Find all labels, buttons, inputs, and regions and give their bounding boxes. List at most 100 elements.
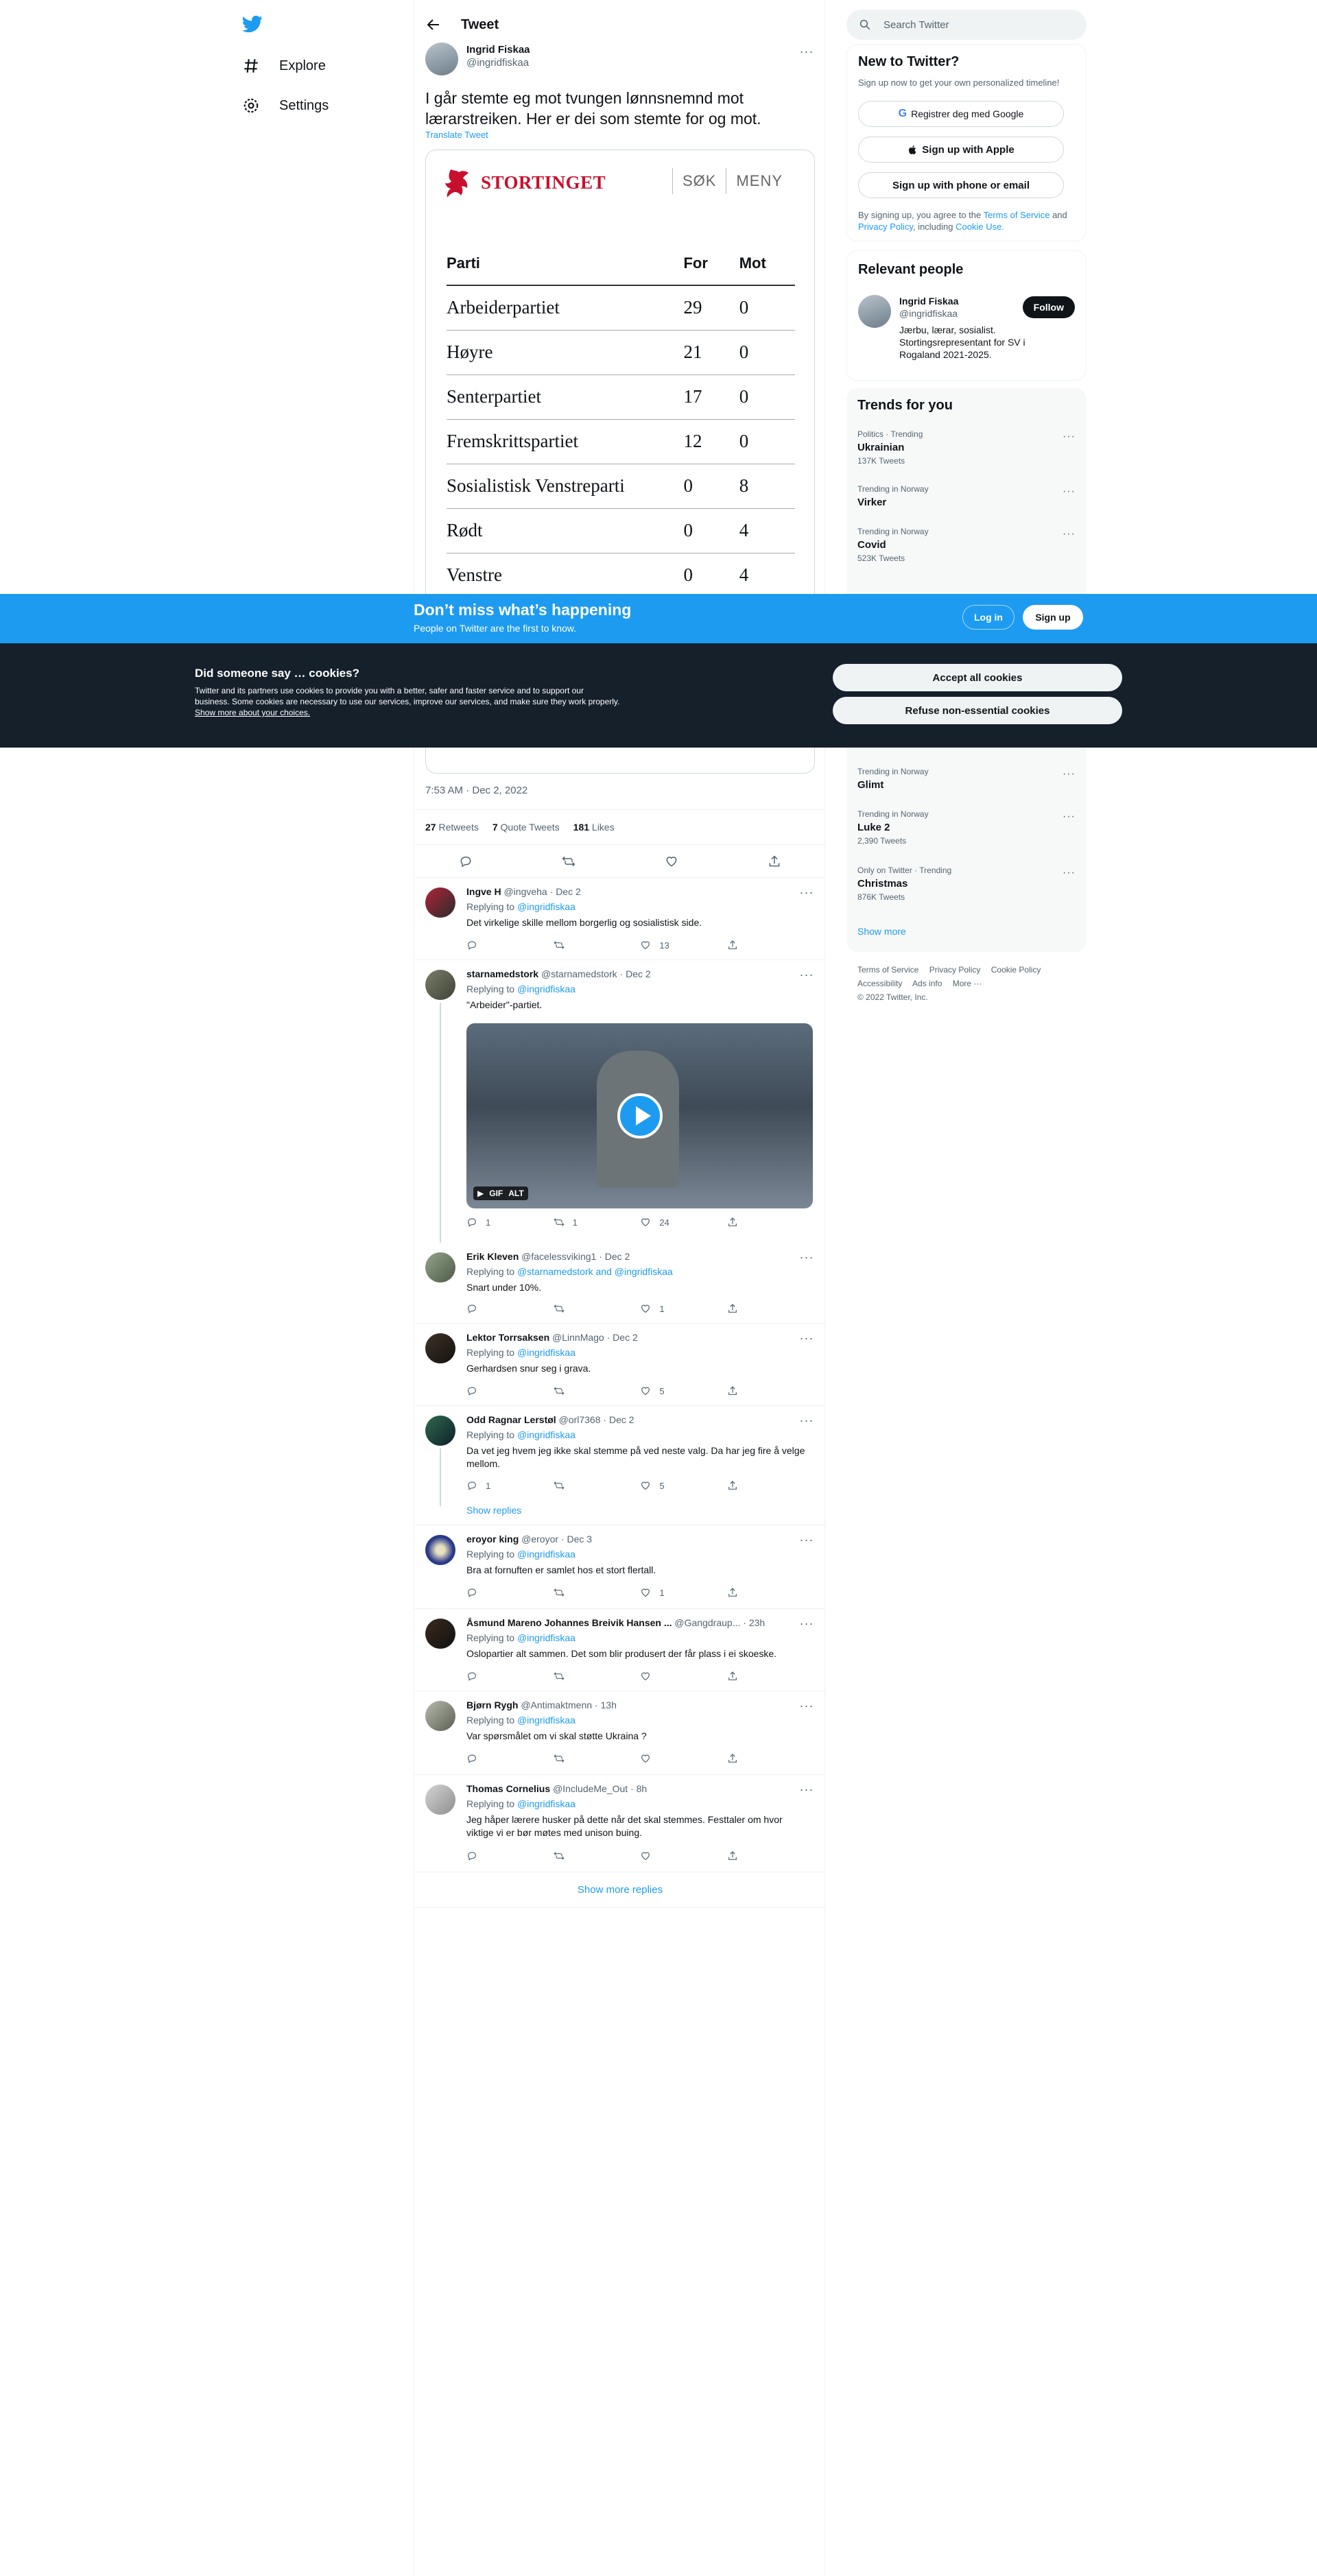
- reply-name[interactable]: Åsmund Mareno Johannes Breivik Hansen ..…: [466, 1617, 672, 1628]
- translate-tweet-link[interactable]: Translate Tweet: [425, 130, 488, 140]
- tweet-timestamp[interactable]: 7:53 AM · Dec 2, 2022: [425, 785, 527, 796]
- share-icon[interactable]: [768, 855, 781, 868]
- reply-avatar[interactable]: [425, 1416, 455, 1446]
- reply-avatar[interactable]: [425, 970, 455, 1000]
- reply-tweet[interactable]: Erik Kleven @facelessviking1 · Dec 2 ···…: [414, 1243, 826, 1324]
- reply-tweet[interactable]: starnamedstork @starnamedstork · Dec 2 ·…: [414, 960, 826, 1243]
- relevant-name[interactable]: Ingrid Fiskaa: [899, 295, 1036, 307]
- trend-item[interactable]: Politics · Trending Ukrainian 137K Tweet…: [857, 429, 1076, 466]
- retweet-action[interactable]: [554, 1671, 600, 1682]
- reply-action[interactable]: [466, 1385, 513, 1396]
- more-options-icon[interactable]: ···: [798, 968, 815, 985]
- reply-action[interactable]: [466, 1671, 513, 1682]
- show-more-trends-link[interactable]: Show more: [857, 926, 906, 937]
- like-action[interactable]: 1: [640, 1587, 687, 1598]
- like-icon[interactable]: [665, 855, 678, 868]
- reply-tweet[interactable]: Odd Ragnar Lerstøl @orl7368 · Dec 2 ··· …: [414, 1406, 826, 1525]
- login-button[interactable]: Log in: [962, 605, 1015, 630]
- reply-date[interactable]: Dec 2: [556, 886, 581, 897]
- reply-date[interactable]: Dec 2: [609, 1414, 634, 1425]
- author-name[interactable]: Ingrid Fiskaa: [466, 44, 530, 56]
- like-action[interactable]: [640, 1850, 687, 1861]
- reply-date[interactable]: Dec 2: [626, 968, 651, 979]
- like-action[interactable]: [640, 1753, 687, 1764]
- share-action[interactable]: [727, 940, 755, 951]
- replying-to-mention[interactable]: @ingridfiskaa: [517, 1347, 576, 1358]
- reply-date[interactable]: Dec 2: [605, 1251, 630, 1262]
- trend-item[interactable]: Trending in Norway Virker ···: [857, 484, 1076, 508]
- cookie-use-link[interactable]: Cookie Use.: [956, 222, 1004, 232]
- replying-to-mention[interactable]: @ingridfiskaa: [517, 1429, 576, 1440]
- reply-handle[interactable]: @IncludeMe_Out: [553, 1783, 628, 1794]
- like-action[interactable]: 5: [640, 1385, 687, 1396]
- reply-avatar[interactable]: [425, 1535, 455, 1565]
- reply-date[interactable]: 8h: [637, 1783, 648, 1794]
- retweet-action[interactable]: [554, 1303, 600, 1314]
- reply-name[interactable]: Odd Ragnar Lerstøl: [466, 1414, 556, 1425]
- terms-link[interactable]: Terms of Service: [984, 210, 1050, 220]
- more-options-icon[interactable]: ···: [1063, 486, 1076, 498]
- more-options-icon[interactable]: ···: [798, 886, 815, 903]
- share-action[interactable]: [727, 1480, 755, 1491]
- share-action[interactable]: [727, 1587, 755, 1598]
- cookie-more-link[interactable]: Show more about your choices.: [195, 708, 310, 717]
- reply-name[interactable]: Thomas Cornelius: [466, 1783, 550, 1794]
- replying-to-mention[interactable]: @ingridfiskaa: [517, 983, 576, 994]
- reply-tweet[interactable]: Bjørn Rygh @Antimaktmenn · 13h ··· Reply…: [414, 1691, 826, 1775]
- share-action[interactable]: [727, 1385, 755, 1396]
- reply-name[interactable]: Ingve H: [466, 886, 501, 897]
- reply-date[interactable]: 23h: [749, 1617, 765, 1628]
- replying-to-mention[interactable]: @ingridfiskaa: [517, 1798, 576, 1809]
- more-options-icon[interactable]: ···: [1063, 431, 1076, 443]
- reply-name[interactable]: Lektor Torrsaksen: [466, 1332, 549, 1343]
- follow-button[interactable]: Follow: [1022, 296, 1075, 318]
- reply-action[interactable]: 1: [466, 1217, 513, 1228]
- reply-handle[interactable]: @eroyor: [521, 1534, 558, 1545]
- phone-signup-button[interactable]: Sign up with phone or email: [858, 172, 1064, 198]
- reply-avatar[interactable]: [425, 887, 455, 918]
- reply-name[interactable]: Erik Kleven: [466, 1251, 519, 1262]
- author-avatar[interactable]: [425, 43, 458, 75]
- retweet-action[interactable]: [554, 1850, 600, 1861]
- share-action[interactable]: [727, 1850, 755, 1861]
- privacy-link[interactable]: Privacy Policy: [858, 222, 913, 232]
- relevant-handle[interactable]: @ingridfiskaa: [899, 307, 1036, 320]
- show-replies-link[interactable]: Show replies: [466, 1505, 521, 1516]
- signup-button[interactable]: Sign up: [1023, 605, 1083, 630]
- like-action[interactable]: 24: [640, 1217, 687, 1228]
- more-options-icon[interactable]: ···: [798, 1534, 815, 1550]
- footer-cookie[interactable]: Cookie Policy: [991, 965, 1041, 975]
- like-action[interactable]: 13: [640, 940, 687, 951]
- search-input[interactable]: Search Twitter: [846, 10, 1087, 40]
- more-options-icon[interactable]: ···: [798, 45, 815, 62]
- reply-action[interactable]: [466, 1587, 513, 1598]
- like-action[interactable]: 5: [640, 1480, 687, 1491]
- likes-stat[interactable]: 181 Likes: [573, 822, 615, 833]
- reply-name[interactable]: starnamedstork: [466, 968, 538, 979]
- reply-action[interactable]: [466, 1303, 513, 1314]
- reply-handle[interactable]: @starnamedstork: [541, 968, 617, 979]
- retweet-action[interactable]: [554, 1480, 600, 1491]
- reply-tweet[interactable]: eroyor king @eroyor · Dec 3 ··· Replying…: [414, 1525, 826, 1609]
- reply-action[interactable]: [466, 1850, 513, 1861]
- refuse-cookies-button[interactable]: Refuse non-essential cookies: [833, 697, 1122, 724]
- tweet-author[interactable]: Ingrid Fiskaa @ingridfiskaa: [466, 44, 530, 69]
- trend-item[interactable]: Trending in Norway Covid 523K Tweets ···: [857, 527, 1076, 563]
- reply-tweet[interactable]: Åsmund Mareno Johannes Breivik Hansen ..…: [414, 1609, 826, 1691]
- reply-date[interactable]: Dec 3: [567, 1534, 593, 1545]
- show-more-replies-link[interactable]: Show more replies: [414, 1872, 826, 1908]
- reply-avatar[interactable]: [425, 1701, 455, 1731]
- share-action[interactable]: [727, 1671, 755, 1682]
- share-action[interactable]: [727, 1217, 755, 1228]
- more-options-icon[interactable]: ···: [798, 1332, 815, 1348]
- share-action[interactable]: [727, 1753, 755, 1764]
- trend-item[interactable]: Trending in Norway Luke 2 2,390 Tweets ·…: [857, 809, 1076, 846]
- relevant-avatar[interactable]: [858, 295, 891, 328]
- more-options-icon[interactable]: ···: [1063, 867, 1076, 879]
- apple-signup-button[interactable]: Sign up with Apple: [858, 136, 1064, 163]
- reply-handle[interactable]: @orl7368: [559, 1414, 601, 1425]
- twitter-logo-icon[interactable]: [242, 14, 263, 34]
- retweet-action[interactable]: [554, 1385, 600, 1396]
- reply-tweet[interactable]: Lektor Torrsaksen @LinnMago · Dec 2 ··· …: [414, 1324, 826, 1406]
- reply-tweet[interactable]: Thomas Cornelius @IncludeMe_Out · 8h ···…: [414, 1775, 826, 1872]
